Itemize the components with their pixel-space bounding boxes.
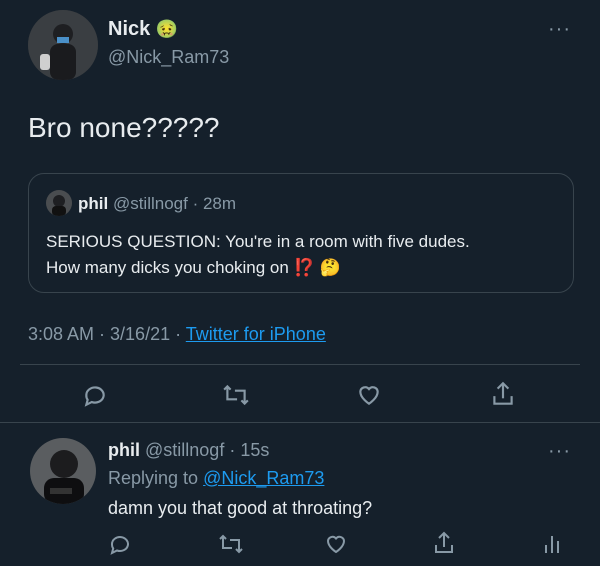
like-icon[interactable] — [356, 382, 382, 408]
analytics-icon[interactable] — [540, 532, 564, 556]
quoted-avatar — [46, 190, 72, 216]
more-options-icon[interactable]: ··· — [548, 18, 571, 41]
quoted-time: · 28m — [192, 194, 237, 213]
tweet-text: Bro none????? — [28, 112, 220, 143]
reply-like-icon[interactable] — [324, 532, 348, 556]
quoted-text-line2-text: How many dicks you choking on — [46, 258, 289, 277]
replying-to: Replying to @Nick_Ram73 — [108, 468, 324, 489]
replying-to-label: Replying to — [108, 468, 199, 488]
reply-share-icon[interactable] — [432, 530, 456, 556]
reply-author-handle[interactable]: @stillnogf — [145, 440, 224, 460]
tweet-meta: 3:08 AM · 3/16/21 · Twitter for iPhone — [28, 324, 326, 345]
tweet-timestamp[interactable]: 3:08 AM · 3/16/21 · — [28, 324, 181, 344]
reply-reply-icon[interactable] — [108, 532, 132, 556]
reply-time: · 15s — [229, 440, 270, 460]
quoted-author-name: phil — [78, 194, 109, 213]
author-name-text[interactable]: Nick — [108, 18, 150, 40]
quoted-text-line2: How many dicks you choking on ⁉️ 🤔 — [46, 258, 341, 278]
avatar[interactable] — [28, 10, 98, 80]
author-name[interactable]: Nick 🤢 — [108, 18, 178, 41]
quoted-author-line: phil @stillnogf · 28m — [78, 194, 236, 214]
reply-icon[interactable] — [82, 382, 108, 408]
thinking-face-icon: ⁉️ 🤔 — [293, 258, 341, 277]
author-handle[interactable]: @Nick_Ram73 — [108, 47, 229, 68]
reply-retweet-icon[interactable] — [218, 532, 244, 556]
reply-author-line: phil @stillnogf · 15s — [108, 440, 269, 461]
quoted-text-line1: SERIOUS QUESTION: You're in a room with … — [46, 232, 470, 251]
replying-to-link[interactable]: @Nick_Ram73 — [203, 468, 324, 488]
reply-avatar[interactable] — [30, 438, 96, 504]
reply-author-name[interactable]: phil — [108, 440, 140, 460]
reply-more-options-icon[interactable]: ··· — [548, 440, 571, 463]
tweet-source-link[interactable]: Twitter for iPhone — [186, 324, 326, 344]
share-icon[interactable] — [490, 380, 516, 408]
nauseated-face-icon: 🤢 — [155, 19, 179, 39]
quoted-author-handle: @stillnogf — [112, 194, 188, 213]
divider — [0, 422, 600, 423]
reply-text: damn you that good at throating? — [108, 498, 373, 518]
retweet-icon[interactable] — [222, 382, 250, 408]
divider — [20, 364, 580, 365]
